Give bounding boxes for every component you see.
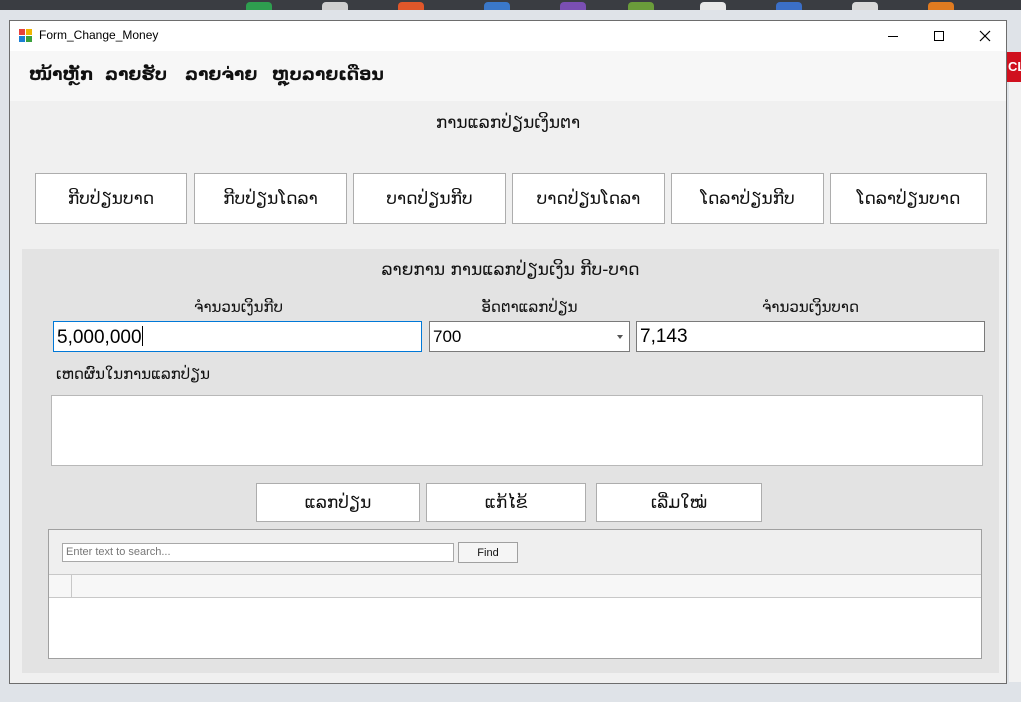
taskbar-app-icon[interactable] — [484, 2, 510, 10]
form-title: ລາຍການ ການແລກປ່ຽນເງິນ ກີບ-ບາດ — [381, 260, 640, 280]
grid-row-indicator-header[interactable] — [49, 575, 72, 597]
taskbar-app-icon[interactable] — [928, 2, 954, 10]
minimize-button[interactable] — [870, 21, 916, 51]
grid-search-panel: Enter text to search... Find — [49, 530, 981, 575]
taskbar-strip — [0, 0, 1021, 10]
menu-item-income[interactable]: ລາຍຮັບ — [105, 65, 167, 85]
taskbar-app-icon[interactable] — [852, 2, 878, 10]
baht-amount-value: 7,143 — [640, 326, 688, 347]
baht-to-kip-button[interactable]: ບາດປ່ຽນກີບ — [353, 173, 506, 224]
menu-item-monthly-summary[interactable]: ຫຼຸບລາຍເດືອນ — [272, 65, 384, 85]
main-window: Form_Change_Money ໜ້າຫຼັກ ລາຍຮັບ ລາຍຈ່າຍ… — [9, 20, 1007, 684]
find-button[interactable]: Find — [458, 542, 518, 563]
taskbar-app-icon[interactable] — [398, 2, 424, 10]
edit-button[interactable]: ແກ້ໄຂ້ — [426, 483, 586, 522]
reason-textarea[interactable] — [51, 395, 983, 466]
background-tab[interactable]: CL — [1005, 52, 1021, 82]
text-caret — [141, 326, 143, 346]
dollar-to-kip-button[interactable]: ໂດລາປ່ຽນກີບ — [671, 173, 824, 224]
taskbar-app-icon[interactable] — [560, 2, 586, 10]
window-title: Form_Change_Money — [39, 28, 159, 42]
baht-amount-input[interactable]: 7,143 — [636, 321, 985, 352]
grid-search-input[interactable]: Enter text to search... — [62, 543, 454, 562]
baht-to-dollar-button[interactable]: ບາດປ່ຽນໂດລາ — [512, 173, 665, 224]
dollar-to-baht-button[interactable]: ໂດລາປ່ຽນບາດ — [830, 173, 987, 224]
exchange-button[interactable]: ແລກປ່ຽນ — [256, 483, 420, 522]
app-icon — [19, 29, 32, 42]
exchange-rate-select[interactable]: 700 — [429, 321, 630, 352]
baht-amount-label: ຈຳນວນເງິນບາດ — [762, 298, 859, 316]
maximize-button[interactable] — [916, 21, 962, 51]
close-icon — [979, 30, 991, 42]
close-button[interactable] — [962, 21, 1008, 51]
background-window-edge — [1009, 52, 1021, 682]
kip-to-dollar-button[interactable]: ກີບປ່ຽນໂດລາ — [194, 173, 347, 224]
kip-amount-value: 5,000,000 — [57, 327, 142, 348]
taskbar-app-icon[interactable] — [628, 2, 654, 10]
maximize-icon — [934, 31, 944, 41]
kip-amount-label: ຈຳນວນເງິນກີບ — [194, 298, 283, 316]
transactions-grid: Enter text to search... Find — [48, 529, 982, 659]
menu-item-expense[interactable]: ລາຍຈ່າຍ — [185, 65, 257, 85]
rate-label: ອັດຕາແລກປ່ຽນ — [481, 298, 578, 316]
reset-button[interactable]: ເລີ່ມໃໝ່ — [596, 483, 762, 522]
chevron-down-icon[interactable] — [617, 335, 623, 339]
menu-bar: ໜ້າຫຼັກ ລາຍຮັບ ລາຍຈ່າຍ ຫຼຸບລາຍເດືອນ — [10, 51, 1006, 101]
exchange-form-panel: ລາຍການ ການແລກປ່ຽນເງິນ ກີບ-ບາດ ຈຳນວນເງິນກ… — [22, 249, 999, 673]
title-bar[interactable]: Form_Change_Money — [10, 21, 1006, 51]
kip-to-baht-button[interactable]: ກີບປ່ຽນບາດ — [35, 173, 187, 224]
kip-amount-input[interactable]: 5,000,000 — [53, 321, 422, 352]
menu-item-home[interactable]: ໜ້າຫຼັກ — [29, 65, 94, 85]
taskbar-app-icon[interactable] — [322, 2, 348, 10]
reason-label: ເຫດຜົນໃນການແລກປ່ຽນ — [56, 365, 210, 383]
page-heading: ການແລກປ່ຽນເງິນຕາ — [435, 113, 581, 133]
minimize-icon — [888, 36, 898, 37]
grid-column-header — [49, 575, 981, 598]
taskbar-app-icon[interactable] — [776, 2, 802, 10]
taskbar-app-icon[interactable] — [246, 2, 272, 10]
taskbar-app-icon[interactable] — [700, 2, 726, 10]
exchange-rate-value: 700 — [433, 327, 462, 346]
